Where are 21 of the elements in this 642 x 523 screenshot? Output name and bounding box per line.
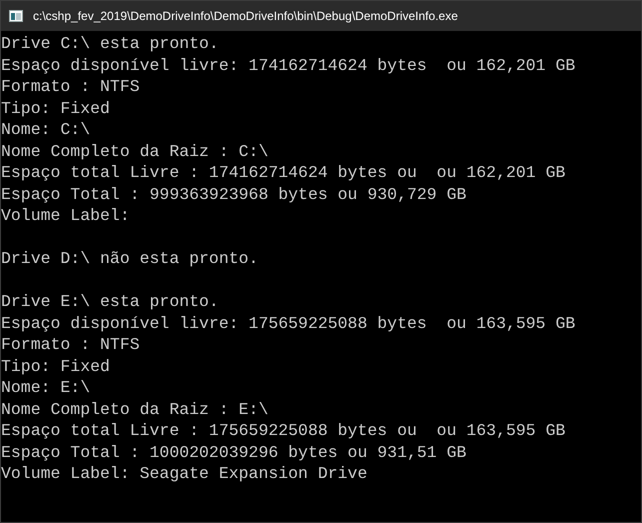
console-line: Nome: C:\ [1,119,92,140]
console-line: Volume Label: Seagate Expansion Drive [1,463,368,484]
console-line: Espaço total Livre : 175659225088 bytes ou ou 163,595 GB [1,420,566,442]
console-line: Espaço disponível livre: 175659225088 bytes ou 163,595 GB [1,312,576,334]
console-line: Espaço Total : 999363923968 bytes ou 930,729 GB [1,184,468,205]
console-line: Nome: E:\ [1,377,92,398]
console-line: Volume Label: [1,205,131,226]
console-line: Drive C:\ esta pronto. [1,33,220,54]
console-line: Espaço Total : 1000202039296 bytes ou 931,51 GB [1,442,468,463]
console-line: Tipo: Fixed [1,356,111,377]
console-line: Tipo: Fixed [1,98,111,119]
console-line: Drive E:\ esta pronto. [1,291,220,312]
console-line: Formato : NTFS [1,334,141,356]
console-line: Espaço total Livre : 174162714624 bytes ou ou 162,201 GB [1,162,566,184]
console-window-icon [9,10,23,22]
console-line: Espaço disponível livre: 174162714624 bytes ou 162,201 GB [1,54,576,76]
window-title: c:\cshp_fev_2019\DemoDriveInfo\DemoDriveInfo\bin\Debug\DemoDriveInfo.exe [33,8,458,25]
console-line: Nome Completo da Raiz : E:\ [1,398,270,420]
console-line: Drive D:\ não esta pronto. [1,248,260,270]
console-line: Formato : NTFS [1,76,141,98]
console-line: Nome Completo da Raiz : C:\ [1,140,270,162]
